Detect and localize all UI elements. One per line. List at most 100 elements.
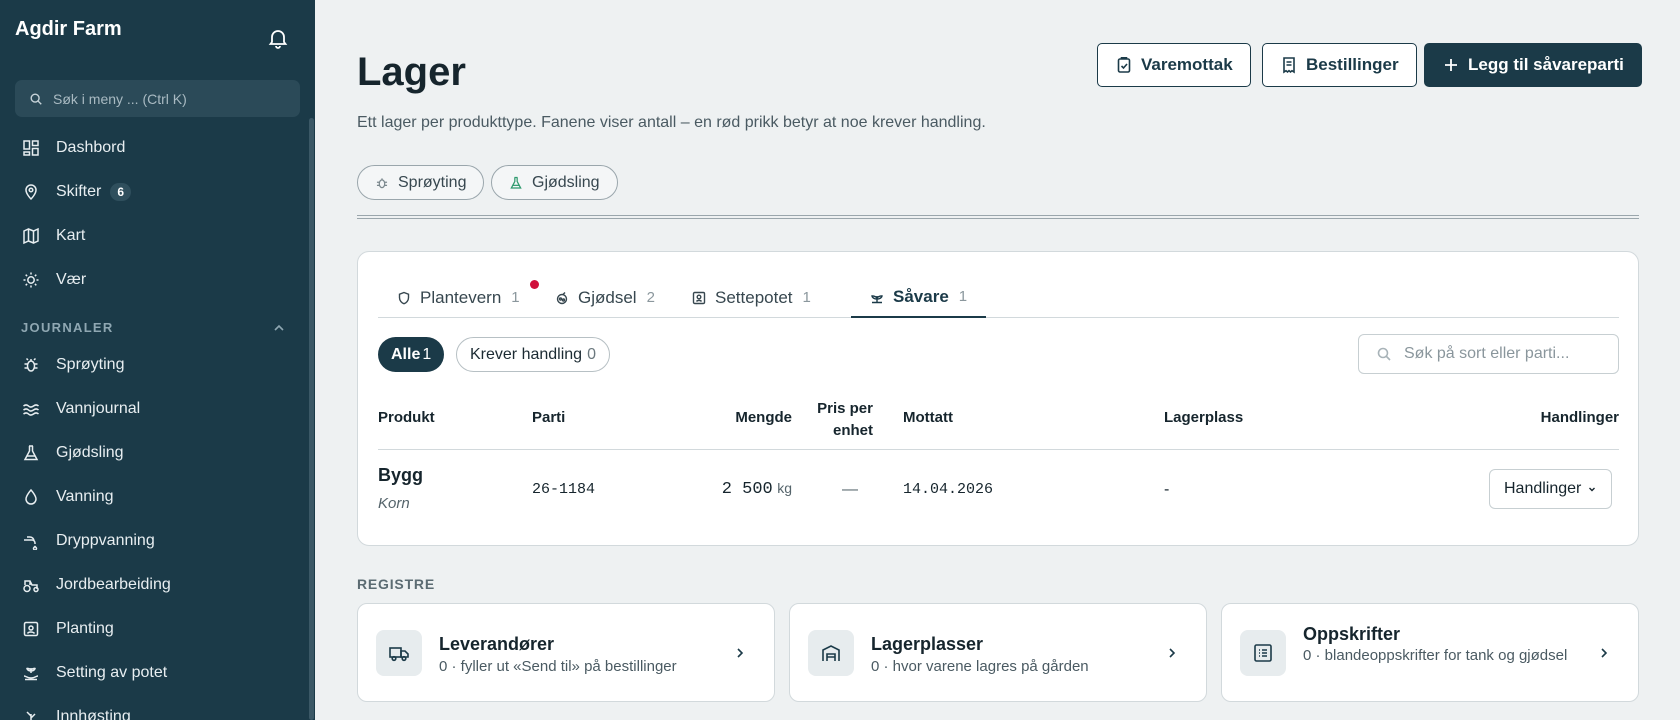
sidebar-item-vannjournal[interactable]: Vannjournal — [0, 387, 315, 431]
amount-value: 2 500 — [721, 480, 773, 499]
main-content: Lager Ett lager per produkttype. Fanene … — [315, 0, 1680, 720]
register-title: Leverandører — [439, 634, 555, 654]
sidebar-item-gjodsling[interactable]: Gjødsling — [0, 431, 315, 475]
bestillinger-button[interactable]: Bestillinger — [1262, 43, 1417, 87]
warehouse-icon — [822, 645, 840, 661]
sidebar-item-label: Kart — [56, 227, 86, 244]
register-card-suppliers[interactable]: Leverandører 0 · fyller ut «Send til» på… — [357, 603, 775, 702]
tab-count: 1 — [511, 289, 520, 306]
sidebar-item-label: Dryppvanning — [56, 532, 155, 549]
drip-icon — [24, 536, 38, 550]
varemottak-button[interactable]: Varemottak — [1097, 43, 1251, 87]
registers-heading: REGISTRE — [357, 576, 435, 592]
register-desc: 0 · hvor varene lagres på gården — [871, 658, 1089, 675]
column-header-price[interactable]: Pris per enhet — [778, 398, 873, 442]
main-nav: Dashbord Skifter 6 Kart Vær — [0, 126, 315, 302]
column-header-received[interactable]: Mottatt — [903, 409, 953, 426]
chip-label: Sprøyting — [398, 173, 467, 191]
sidebar-item-label: Vær — [56, 271, 87, 288]
register-icon-box — [808, 630, 854, 676]
potato-box-icon — [692, 291, 706, 304]
add-seed-lot-button[interactable]: Legg til såvareparti — [1424, 43, 1642, 87]
sidebar-item-label: Gjødsling — [56, 444, 124, 461]
sidebar-item-vanning[interactable]: Vanning — [0, 475, 315, 519]
tab-label: Settepotet — [715, 287, 793, 307]
header-divider — [378, 449, 1619, 450]
count-badge: 6 — [110, 183, 132, 201]
sidebar-item-jordbearbeiding[interactable]: Jordbearbeiding — [0, 563, 315, 607]
sidebar-item-label: Skifter — [56, 183, 102, 200]
sidebar-item-dryppvanning[interactable]: Dryppvanning — [0, 519, 315, 563]
sun-icon — [23, 272, 39, 288]
tab-settepotet[interactable]: Settepotet 1 — [673, 277, 830, 318]
tab-plantevern[interactable]: Plantevern 1 — [378, 277, 539, 318]
page-title: Lager — [357, 50, 466, 94]
tab-savare[interactable]: Såvare 1 — [851, 277, 987, 318]
sidebar-item-setting-av-potet[interactable]: Setting av potet — [0, 651, 315, 695]
tab-count: 1 — [802, 289, 811, 306]
column-header-lot[interactable]: Parti — [532, 409, 565, 426]
location-value: - — [1164, 481, 1170, 498]
register-card-recipes[interactable]: Oppskrifter 0 · blandeoppskrifter for ta… — [1221, 603, 1639, 702]
shield-icon — [398, 291, 410, 304]
chevron-down-icon — [1589, 487, 1596, 492]
sidebar-item-innhosting[interactable]: Innhøsting — [0, 695, 315, 720]
sidebar-item-kart[interactable]: Kart — [0, 214, 315, 258]
fertilizer-icon — [556, 291, 568, 304]
brand-logo[interactable]: Agdir Farm — [15, 18, 122, 41]
filter-requires-action[interactable]: Krever handling 0 — [456, 337, 610, 372]
chip-sproyting[interactable]: Sprøyting — [357, 165, 485, 200]
product-name: Bygg — [378, 465, 423, 485]
list-icon — [1254, 644, 1272, 662]
column-header-location[interactable]: Lagerplass — [1164, 409, 1243, 426]
button-label: Legg til såvareparti — [1468, 55, 1624, 74]
chevron-up-icon — [274, 324, 284, 331]
tab-label: Gjødsel — [578, 287, 637, 307]
chevron-right-icon — [737, 648, 744, 658]
grid-icon — [23, 140, 39, 156]
register-icon-box — [1240, 630, 1286, 676]
filter-all[interactable]: Alle 1 — [378, 337, 445, 372]
menu-search-input[interactable] — [53, 90, 293, 107]
sidebar-item-label: Setting av potet — [56, 664, 168, 681]
sprout-hand-icon — [23, 667, 39, 681]
column-header-product[interactable]: Produkt — [378, 409, 435, 426]
table-search[interactable] — [1358, 334, 1619, 374]
sidebar-item-planting[interactable]: Planting — [0, 607, 315, 651]
sidebar-item-sproyting[interactable]: Sprøyting — [0, 343, 315, 387]
bug-icon — [376, 177, 388, 188]
sidebar-item-skifter[interactable]: Skifter 6 — [0, 170, 315, 214]
chevron-right-icon — [1601, 648, 1608, 658]
sidebar-item-label: Innhøsting — [56, 708, 131, 720]
register-card-locations[interactable]: Lagerplasser 0 · hvor varene lagres på g… — [789, 603, 1207, 702]
sidebar-scrollbar[interactable] — [309, 118, 314, 720]
register-title: Oppskrifter — [1303, 624, 1401, 644]
map-icon — [23, 227, 39, 245]
sidebar-item-label: Sprøyting — [56, 356, 125, 373]
sidebar-item-vaer[interactable]: Vær — [0, 258, 315, 302]
register-icon-box — [376, 630, 422, 676]
sidebar-item-label: Planting — [56, 620, 114, 637]
sprout-icon — [871, 294, 883, 303]
chevron-right-icon — [1169, 648, 1176, 658]
price-value: — — [842, 481, 858, 498]
tab-gjodsel[interactable]: Gjødsel 2 — [536, 277, 674, 318]
column-header-price-line2: enhet — [832, 422, 873, 439]
journaler-section-toggle[interactable]: JOURNALER — [21, 320, 286, 335]
sidebar: Agdir Farm Dashbord Skifter 6 Kart Vær J… — [0, 0, 315, 720]
filter-count: 1 — [422, 345, 432, 363]
bell-icon[interactable] — [266, 26, 290, 50]
chip-gjodsling[interactable]: Gjødsling — [491, 165, 618, 200]
map-pin-icon — [25, 184, 37, 201]
menu-search[interactable] — [15, 80, 300, 117]
register-desc: 0 · fyller ut «Send til» på bestillinger — [439, 658, 677, 675]
table-search-input[interactable] — [1404, 345, 1604, 363]
flask-icon — [510, 176, 522, 189]
product-category: Korn — [378, 495, 410, 512]
sidebar-item-dashbord[interactable]: Dashbord — [0, 126, 315, 170]
tab-bar: Plantevern 1 Gjødsel 2 Settepotet 1 Såva… — [378, 277, 1619, 318]
filter-label: Alle — [391, 345, 421, 363]
flask-icon — [23, 445, 39, 461]
row-actions-button[interactable]: Handlinger — [1489, 469, 1613, 509]
plus-icon — [1445, 59, 1457, 71]
